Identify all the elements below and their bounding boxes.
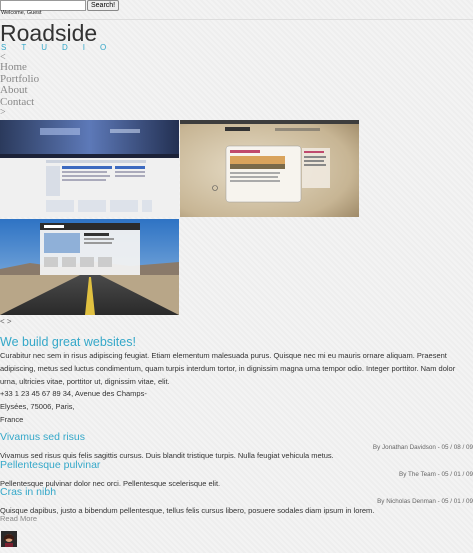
- portfolio-thumbnail-flex-engine[interactable]: [0, 120, 179, 217]
- intro-heading: We build great websites!: [0, 335, 136, 349]
- concept-labs-screenshot: [180, 120, 359, 217]
- intro-body: Curabitur nec sem in risus adipiscing fe…: [0, 350, 473, 427]
- abstract-road-screenshot: [0, 219, 179, 315]
- main-nav: < Home Portfolio About Contact >: [0, 53, 39, 118]
- site-tagline: STUDIO: [1, 43, 122, 52]
- nav-next-arrow[interactable]: >: [0, 108, 39, 118]
- post-excerpt: Quisque dapibus, justo a bibendum pellen…: [0, 506, 375, 515]
- intro-paragraph: Curabitur nec sem in risus adipiscing fe…: [0, 351, 456, 386]
- address-line: France: [0, 414, 24, 424]
- portfolio-thumbnail-concept-labs[interactable]: [180, 120, 359, 217]
- avatar-image: [1, 531, 17, 547]
- post-title[interactable]: Pellentesque pulvinar: [0, 459, 100, 471]
- flex-engine-screenshot: [0, 120, 179, 217]
- nav-item-about[interactable]: About: [0, 84, 39, 97]
- post-title[interactable]: Cras in nibh: [0, 486, 56, 498]
- post-meta: By Jonathan Davidson - 05 / 08 / 09: [372, 444, 473, 451]
- post-title[interactable]: Vivamus sed risus: [0, 431, 85, 443]
- gallery-pager[interactable]: < >: [0, 317, 12, 326]
- read-more-link[interactable]: Read More: [0, 514, 37, 523]
- post-meta: By Nicholas Denman - 05 / 01 / 09: [377, 498, 473, 505]
- search-button[interactable]: Search!: [87, 0, 120, 11]
- site-logo[interactable]: Roadside: [0, 22, 97, 45]
- address-line: Elysées, 75006, Paris,: [0, 402, 75, 412]
- avatar: [1, 531, 17, 547]
- top-bar: Search! Welcome, Guest: [0, 0, 473, 20]
- address-line: +33 1 23 45 67 89 34, Avenue des Champs-: [0, 389, 147, 399]
- nav-item-home[interactable]: Home: [0, 61, 39, 74]
- portfolio-thumbnail-abstract[interactable]: [0, 219, 179, 315]
- post-meta: By The Team - 05 / 01 / 09: [399, 471, 473, 478]
- welcome-text: Welcome, Guest: [1, 10, 42, 16]
